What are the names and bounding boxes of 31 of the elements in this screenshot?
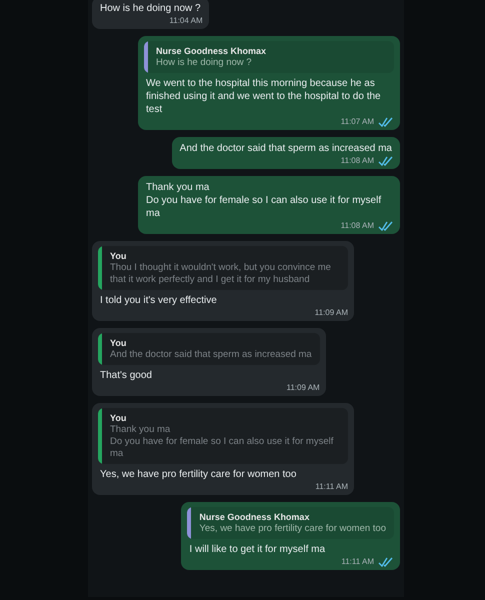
quote-author: You	[110, 250, 128, 262]
quote-text: Thou I thought it wouldn't work, but you convince me that it work perfectly and I get it for my husband	[110, 262, 332, 286]
message-time: 11:09 AM	[314, 307, 348, 318]
message-text: I will like to get it for myself ma	[188, 543, 326, 556]
message-text: I told you it's very effective	[99, 294, 218, 307]
quote-author: Nurse Goodness Khomax	[156, 45, 266, 57]
message-text: Yes, we have pro fertility care for women too	[99, 468, 298, 481]
quoted-message[interactable]: You Thank you ma Do you have for female so I can also use it for myself ma	[98, 408, 348, 464]
quote-author: You	[110, 412, 128, 424]
message-time: 11:09 AM	[286, 382, 320, 393]
quote-author: Nurse Goodness Khomax	[199, 511, 310, 523]
message-time: 11:08 AM	[340, 155, 374, 166]
quote-text: How is he doing now ?	[156, 57, 253, 69]
message-time: 11:07 AM	[340, 116, 374, 127]
quote-text: Yes, we have pro fertility care for women too	[199, 523, 386, 535]
message-time: 11:11 AM	[315, 481, 348, 492]
message-time: 11:08 AM	[340, 220, 374, 231]
quoted-message[interactable]: You Thou I thought it wouldn't work, but you convince me that it work perfectly and I get it for my husband	[98, 246, 348, 290]
message-time: 11:11 AM	[341, 556, 374, 567]
quote-text: Thank you ma Do you have for female so I can also use it for myself ma	[110, 424, 334, 460]
quoted-message[interactable]: Nurse Goodness Khomax Yes, we have pro fertility care for women too	[187, 507, 394, 539]
message-text: How is he doing now ?	[99, 2, 202, 15]
quoted-message[interactable]: You And the doctor said that sperm as increased ma	[98, 333, 320, 365]
quoted-message[interactable]: Nurse Goodness Khomax How is he doing now ?	[144, 41, 394, 73]
message-text: That's good	[99, 369, 153, 382]
message-text: Thank you ma Do you have for female so I can also use it for myself ma	[145, 181, 382, 220]
message-time: 11:04 AM	[169, 15, 203, 26]
message-text: And the doctor said that sperm as increased ma	[178, 142, 393, 155]
quote-author: You	[110, 337, 128, 349]
message-text: We went to the hospital this morning because he as finished using it and we went to the hospital to do the test	[145, 77, 382, 116]
quote-text: And the doctor said that sperm as increased ma	[110, 349, 312, 361]
